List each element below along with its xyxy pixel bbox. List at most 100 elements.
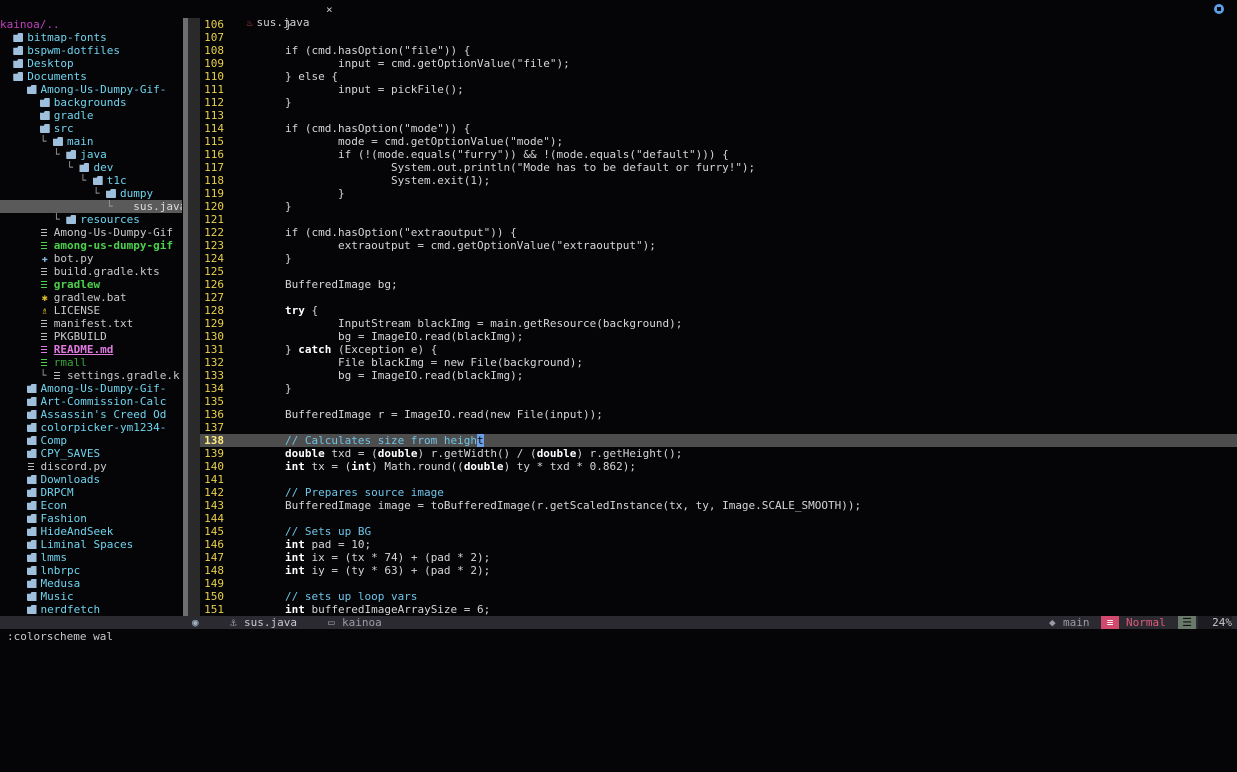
tree-folder[interactable]: Desktop	[0, 57, 182, 70]
code-line[interactable]: 127	[200, 291, 1237, 304]
tree-folder[interactable]: Comp	[0, 434, 182, 447]
code-line[interactable]: 148 int iy = (ty * 63) + (pad * 2);	[200, 564, 1237, 577]
tree-folder[interactable]: gradle	[0, 109, 182, 122]
tree-folder[interactable]: └ resources	[0, 213, 182, 226]
line-number: 107	[204, 31, 224, 44]
buffer-indicator-icon[interactable]	[1214, 4, 1224, 14]
code-line[interactable]: 121	[200, 213, 1237, 226]
code-line[interactable]: 123 extraoutput = cmd.getOptionValue("ex…	[200, 239, 1237, 252]
tree-folder[interactable]: └ t1c	[0, 174, 182, 187]
code-line[interactable]: 136 BufferedImage r = ImageIO.read(new F…	[200, 408, 1237, 421]
code-line[interactable]: 122 if (cmd.hasOption("extraoutput")) {	[200, 226, 1237, 239]
code-line[interactable]: 107	[200, 31, 1237, 44]
tree-folder[interactable]: Liminal Spaces	[0, 538, 182, 551]
code-editor[interactable]: 106 } 107 108 if (cmd.hasOption("file")) {…	[200, 18, 1237, 616]
code-line[interactable]: 138 // Calculates size from height	[200, 434, 1237, 447]
tree-folder[interactable]: lmms	[0, 551, 182, 564]
tree-folder[interactable]: lnbrpc	[0, 564, 182, 577]
code-line[interactable]: 147 int ix = (tx * 74) + (pad * 2);	[200, 551, 1237, 564]
code-line[interactable]: 137	[200, 421, 1237, 434]
code-line[interactable]: 108 if (cmd.hasOption("file")) {	[200, 44, 1237, 57]
code-line[interactable]: 116 if (!(mode.equals("furry")) && !(mod…	[200, 148, 1237, 161]
code-line[interactable]: 106 }	[200, 18, 1237, 31]
tree-folder[interactable]: HideAndSeek	[0, 525, 182, 538]
code-line[interactable]: 149	[200, 577, 1237, 590]
tree-file[interactable]: PKGBUILD	[0, 330, 182, 343]
code-line[interactable]: 111 input = pickFile();	[200, 83, 1237, 96]
code-line[interactable]: 135	[200, 395, 1237, 408]
code-line[interactable]: 143 BufferedImage image = toBufferedImag…	[200, 499, 1237, 512]
close-icon[interactable]: ×	[326, 3, 333, 16]
tree-folder[interactable]: bitmap-fonts	[0, 31, 182, 44]
code-line[interactable]: 119 }	[200, 187, 1237, 200]
code-line[interactable]: 126 BufferedImage bg;	[200, 278, 1237, 291]
tree-file[interactable]: README.md	[0, 343, 182, 356]
code-line[interactable]: 140 int tx = (int) Math.round((double) t…	[200, 460, 1237, 473]
code-line[interactable]: 125	[200, 265, 1237, 278]
code-line[interactable]: 124 }	[200, 252, 1237, 265]
code-line[interactable]: 118 System.exit(1);	[200, 174, 1237, 187]
tree-file[interactable]: ✚ bot.py	[0, 252, 182, 265]
tree-file[interactable]: Among-Us-Dumpy-Gif	[0, 226, 182, 239]
tree-file[interactable]: └ settings.gradle.k	[0, 369, 182, 382]
code-line[interactable]: 110 } else {	[200, 70, 1237, 83]
command-line[interactable]: :colorscheme wal	[7, 630, 113, 643]
tree-folder[interactable]: Among-Us-Dumpy-Gif-	[0, 382, 182, 395]
tree-folder[interactable]: colorpicker-ym1234-	[0, 421, 182, 434]
tree-root[interactable]: kainoa/..	[0, 18, 182, 31]
code-line[interactable]: 109 input = cmd.getOptionValue("file");	[200, 57, 1237, 70]
tree-folder[interactable]: DRPCM	[0, 486, 182, 499]
tree-folder[interactable]: Downloads	[0, 473, 182, 486]
tree-folder[interactable]: └ java	[0, 148, 182, 161]
tree-folder[interactable]: Assassin's Creed Od	[0, 408, 182, 421]
code-line[interactable]: 128 try {	[200, 304, 1237, 317]
code-line[interactable]: 120 }	[200, 200, 1237, 213]
tree-folder[interactable]: Music	[0, 590, 182, 603]
code-line[interactable]: 144	[200, 512, 1237, 525]
code-line[interactable]: 113	[200, 109, 1237, 122]
tree-file[interactable]: ♗ LICENSE	[0, 304, 182, 317]
code-line[interactable]: 146 int pad = 10;	[200, 538, 1237, 551]
tree-file[interactable]: build.gradle.kts	[0, 265, 182, 278]
code-line[interactable]: 131 } catch (Exception e) {	[200, 343, 1237, 356]
code-line[interactable]: 112 }	[200, 96, 1237, 109]
code-line[interactable]: 151 int bufferedImageArraySize = 6;	[200, 603, 1237, 616]
code-line[interactable]: 139 double txd = (double) r.getWidth() /…	[200, 447, 1237, 460]
code-line[interactable]: 114 if (cmd.hasOption("mode")) {	[200, 122, 1237, 135]
tree-folder[interactable]: CPY_SAVES	[0, 447, 182, 460]
tree-item-label: Comp	[40, 434, 68, 447]
tree-folder[interactable]: backgrounds	[0, 96, 182, 109]
tree-folder[interactable]: nerdfetch	[0, 603, 182, 616]
code-line[interactable]: 133 bg = ImageIO.read(blackImg);	[200, 369, 1237, 382]
tree-folder[interactable]: bspwm-dotfiles	[0, 44, 182, 57]
code-line[interactable]: 141	[200, 473, 1237, 486]
tree-folder[interactable]: Documents	[0, 70, 182, 83]
code-line[interactable]: 130 bg = ImageIO.read(blackImg);	[200, 330, 1237, 343]
tree-folder[interactable]: └ main	[0, 135, 182, 148]
tree-folder[interactable]: Among-Us-Dumpy-Gif-	[0, 83, 182, 96]
tree-file[interactable]: manifest.txt	[0, 317, 182, 330]
tree-folder[interactable]: src	[0, 122, 182, 135]
tree-file[interactable]: among-us-dumpy-gif	[0, 239, 182, 252]
code-line[interactable]: 134 }	[200, 382, 1237, 395]
tree-file[interactable]: └ sus.java	[0, 200, 182, 213]
code-line[interactable]: 117 System.out.println("Mode has to be d…	[200, 161, 1237, 174]
tree-file[interactable]: ✱ gradlew.bat	[0, 291, 182, 304]
code-line[interactable]: 129 InputStream blackImg = main.getResou…	[200, 317, 1237, 330]
tree-file[interactable]: discord.py	[0, 460, 182, 473]
code-line[interactable]: 145 // Sets up BG	[200, 525, 1237, 538]
tree-folder[interactable]: Fashion	[0, 512, 182, 525]
tree-folder[interactable]: └ dumpy	[0, 187, 182, 200]
tab-sus-java[interactable]: ♨ sus.java ×	[220, 3, 345, 29]
tree-file[interactable]: gradlew	[0, 278, 182, 291]
tree-file[interactable]: rmall	[0, 356, 182, 369]
tree-folder[interactable]: Econ	[0, 499, 182, 512]
code-line[interactable]: 142 // Prepares source image	[200, 486, 1237, 499]
tree-folder[interactable]: └ dev	[0, 161, 182, 174]
tree-item-label: Fashion	[40, 512, 87, 525]
tree-folder[interactable]: Art-Commission-Calc	[0, 395, 182, 408]
code-line[interactable]: 132 File blackImg = new File(background)…	[200, 356, 1237, 369]
tree-folder[interactable]: Medusa	[0, 577, 182, 590]
code-line[interactable]: 115 mode = cmd.getOptionValue("mode");	[200, 135, 1237, 148]
code-line[interactable]: 150 // sets up loop vars	[200, 590, 1237, 603]
